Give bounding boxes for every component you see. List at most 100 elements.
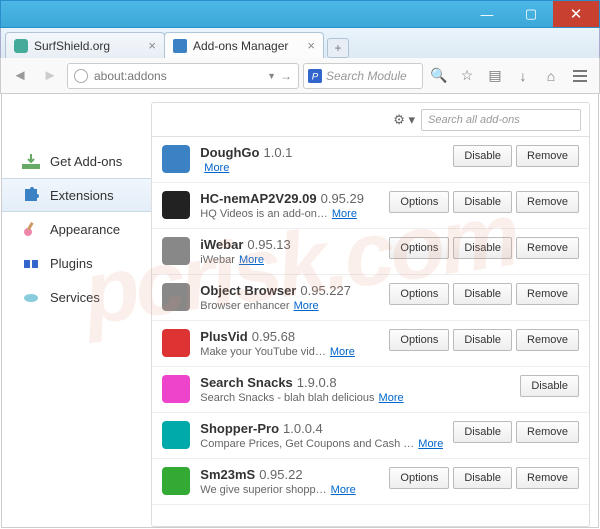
options-button[interactable]: Options [389, 467, 449, 489]
window-titlebar: — ▢ ✕ [0, 0, 600, 28]
download-icon[interactable]: ↓ [511, 64, 535, 88]
addon-version: 0.95.227 [300, 283, 351, 298]
addon-title: Shopper-Pro1.0.0.4 [200, 421, 443, 436]
sidebar-label: Appearance [50, 222, 120, 237]
addons-toolbar: ⚙ ▾ Search all add-ons [152, 103, 589, 137]
addon-row[interactable]: HC-nemAP2V29.090.95.29HQ Videos is an ad… [152, 183, 589, 229]
options-button[interactable]: Options [389, 283, 449, 305]
addon-buttons: DisableRemove [453, 145, 579, 174]
disable-button[interactable]: Disable [453, 237, 512, 259]
addon-icon [162, 191, 190, 219]
url-dropdown-icon[interactable]: ▼ [267, 71, 276, 81]
forward-button[interactable]: ► [37, 63, 63, 89]
addon-version: 1.0.0.4 [283, 421, 323, 436]
sidebar-item-get-addons[interactable]: Get Add-ons [2, 144, 151, 178]
search-placeholder: Search Module [326, 69, 407, 83]
addon-icon [162, 237, 190, 265]
addon-buttons: OptionsDisableRemove [389, 283, 579, 312]
disable-button[interactable]: Disable [453, 421, 512, 443]
window-maximize-button[interactable]: ▢ [509, 1, 553, 27]
remove-button[interactable]: Remove [516, 237, 579, 259]
addon-buttons: Disable [520, 375, 579, 404]
more-link[interactable]: More [204, 162, 229, 174]
options-button[interactable]: Options [389, 237, 449, 259]
remove-button[interactable]: Remove [516, 191, 579, 213]
browser-tabs: SurfShield.org × Add-ons Manager × + [0, 28, 600, 58]
addon-body: HC-nemAP2V29.090.95.29HQ Videos is an ad… [200, 191, 379, 220]
addon-version: 1.0.1 [264, 145, 293, 160]
addon-row[interactable]: iWebar0.95.13iWebarMoreOptionsDisableRem… [152, 229, 589, 275]
tab-close-icon[interactable]: × [307, 38, 315, 53]
remove-button[interactable]: Remove [516, 329, 579, 351]
addon-row[interactable]: Sm23mS0.95.22We give superior shopp…More… [152, 459, 589, 505]
content-area: Get Add-ons Extensions Appearance Plugin… [1, 94, 599, 528]
navigation-toolbar: ◄ ► about:addons ▼ → P Search Module 🔍 ☆… [0, 58, 600, 94]
gear-icon[interactable]: ⚙ ▾ [393, 112, 415, 128]
tab-close-icon[interactable]: × [148, 38, 156, 53]
hamburger-menu-button[interactable] [567, 63, 593, 89]
addon-body: Shopper-Pro1.0.0.4Compare Prices, Get Co… [200, 421, 443, 450]
sidebar-item-extensions[interactable]: Extensions [2, 178, 151, 212]
remove-button[interactable]: Remove [516, 283, 579, 305]
search-bar[interactable]: P Search Module [303, 63, 423, 89]
svg-text:P: P [312, 71, 319, 82]
addon-description: More [200, 162, 443, 174]
more-link[interactable]: More [418, 438, 443, 450]
addons-main-panel: ⚙ ▾ Search all add-ons DoughGo1.0.1MoreD… [151, 102, 590, 527]
disable-button[interactable]: Disable [453, 145, 512, 167]
more-link[interactable]: More [330, 346, 355, 358]
bookmark-icon[interactable]: ☆ [455, 64, 479, 88]
sidebar-item-appearance[interactable]: Appearance [2, 212, 151, 246]
addon-row[interactable]: Search Snacks1.9.0.8Search Snacks - blah… [152, 367, 589, 413]
remove-button[interactable]: Remove [516, 467, 579, 489]
remove-button[interactable]: Remove [516, 421, 579, 443]
disable-button[interactable]: Disable [453, 191, 512, 213]
addon-description: Search Snacks - blah blah deliciousMore [200, 392, 510, 404]
disable-button[interactable]: Disable [453, 467, 512, 489]
search-icon[interactable]: 🔍 [427, 64, 451, 88]
url-go-icon[interactable]: → [280, 69, 292, 83]
more-link[interactable]: More [239, 254, 264, 266]
more-link[interactable]: More [331, 484, 356, 496]
addons-search-input[interactable]: Search all add-ons [421, 109, 581, 131]
window-minimize-button[interactable]: — [465, 1, 509, 27]
disable-button[interactable]: Disable [520, 375, 579, 397]
window-close-button[interactable]: ✕ [553, 1, 599, 27]
home-icon[interactable]: ⌂ [539, 64, 563, 88]
new-tab-button[interactable]: + [327, 38, 349, 58]
options-button[interactable]: Options [389, 191, 449, 213]
more-link[interactable]: More [379, 392, 404, 404]
tab-addons-manager[interactable]: Add-ons Manager × [164, 32, 324, 58]
addon-buttons: OptionsDisableRemove [389, 237, 579, 266]
addon-buttons: OptionsDisableRemove [389, 329, 579, 358]
sidebar-label: Services [50, 290, 100, 305]
addon-version: 0.95.29 [321, 191, 364, 206]
addon-description: Make your YouTube vid…More [200, 346, 379, 358]
options-button[interactable]: Options [389, 329, 449, 351]
addon-row[interactable]: Shopper-Pro1.0.0.4Compare Prices, Get Co… [152, 413, 589, 459]
addon-row[interactable]: PlusVid0.95.68Make your YouTube vid…More… [152, 321, 589, 367]
disable-button[interactable]: Disable [453, 329, 512, 351]
addon-row[interactable]: Object Browser0.95.227Browser enhancerMo… [152, 275, 589, 321]
addon-icon [162, 421, 190, 449]
sidebar-item-plugins[interactable]: Plugins [2, 246, 151, 280]
addon-version: 0.95.22 [259, 467, 302, 482]
sidebar-item-services[interactable]: Services [2, 280, 151, 314]
addon-buttons: OptionsDisableRemove [389, 467, 579, 496]
globe-icon [74, 69, 88, 83]
search-placeholder: Search all add-ons [428, 114, 520, 126]
addon-title: DoughGo1.0.1 [200, 145, 443, 160]
disable-button[interactable]: Disable [453, 283, 512, 305]
addon-version: 0.95.68 [252, 329, 295, 344]
url-bar[interactable]: about:addons ▼ → [67, 63, 299, 89]
back-button[interactable]: ◄ [7, 63, 33, 89]
addon-row[interactable]: DoughGo1.0.1 More DisableRemove [152, 137, 589, 183]
more-link[interactable]: More [294, 300, 319, 312]
more-link[interactable]: More [332, 208, 357, 220]
addon-buttons: OptionsDisableRemove [389, 191, 579, 220]
list-icon[interactable]: ▤ [483, 64, 507, 88]
tab-surfshield[interactable]: SurfShield.org × [5, 32, 165, 58]
addon-icon [162, 375, 190, 403]
remove-button[interactable]: Remove [516, 145, 579, 167]
addon-description: iWebarMore [200, 254, 379, 266]
